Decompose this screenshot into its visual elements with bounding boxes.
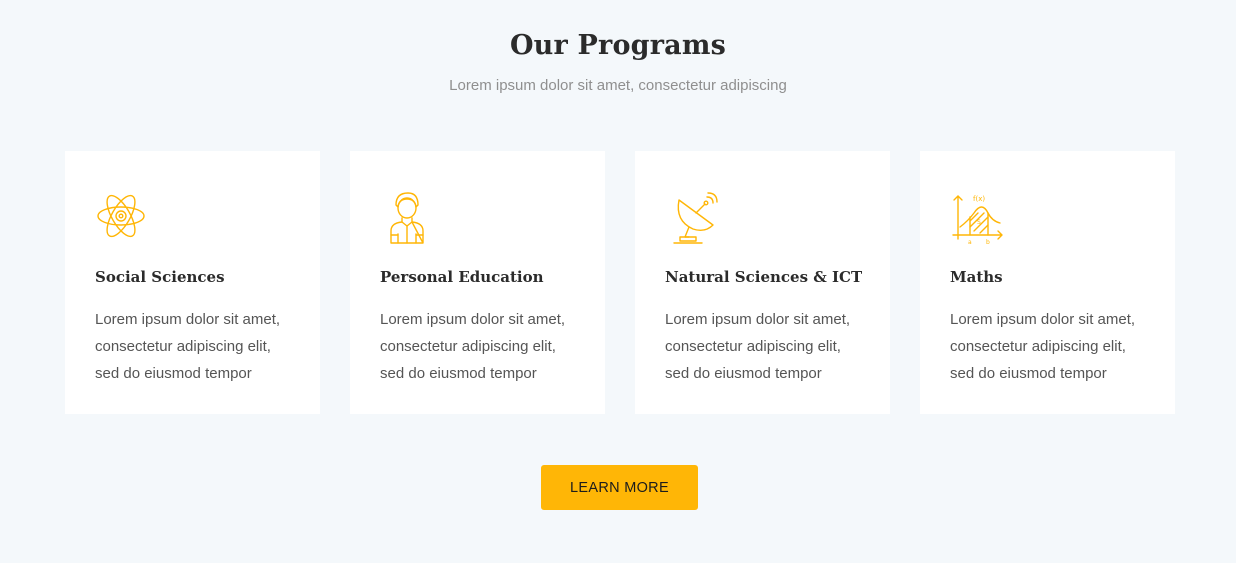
area-label: S <box>977 219 981 226</box>
card-text-line: sed do eiusmod tempor <box>665 365 822 382</box>
card-text-line: sed do eiusmod tempor <box>380 365 537 382</box>
card-text-line: sed do eiusmod tempor <box>950 365 1107 382</box>
card-description: Lorem ipsum dolor sit amet, consectetur … <box>950 306 1150 387</box>
card-title: Social Sciences <box>95 268 225 286</box>
card-text-line: consectetur adipiscing elit, <box>665 338 841 355</box>
a-label: a <box>968 239 972 246</box>
card-text-line: Lorem ipsum dolor sit amet, <box>380 311 566 328</box>
card-text-line: consectetur adipiscing elit, <box>95 338 271 355</box>
card-title: Personal Education <box>380 268 544 286</box>
program-card-personal-education[interactable]: Personal Education Lorem ipsum dolor sit… <box>350 151 605 414</box>
atom-icon <box>93 191 149 247</box>
card-text-line: Lorem ipsum dolor sit amet, <box>665 311 851 328</box>
card-description: Lorem ipsum dolor sit amet, consectetur … <box>665 306 865 387</box>
program-card-maths[interactable]: f(x) S a b Maths Lorem ipsum dolor sit a… <box>920 151 1175 414</box>
person-icon <box>378 191 434 247</box>
satellite-dish-icon <box>663 191 719 247</box>
card-text-line: consectetur adipiscing elit, <box>950 338 1126 355</box>
card-text-line: sed do eiusmod tempor <box>95 365 252 382</box>
card-title: Natural Sciences & ICT <box>665 268 863 286</box>
card-text-line: consectetur adipiscing elit, <box>380 338 556 355</box>
b-label: b <box>986 239 990 246</box>
learn-more-button[interactable]: LEARN MORE <box>541 465 698 510</box>
card-description: Lorem ipsum dolor sit amet, consectetur … <box>380 306 580 387</box>
card-text-line: Lorem ipsum dolor sit amet, <box>950 311 1136 328</box>
fx-label: f(x) <box>973 195 985 203</box>
section-title: Our Programs <box>509 30 727 61</box>
program-card-social-sciences[interactable]: Social Sciences Lorem ipsum dolor sit am… <box>65 151 320 414</box>
card-title: Maths <box>950 268 1003 286</box>
function-graph-icon: f(x) S a b <box>948 191 1004 247</box>
programs-section: Our Programs Lorem ipsum dolor sit amet,… <box>0 0 1236 563</box>
program-card-natural-sciences-ict[interactable]: Natural Sciences & ICT Lorem ipsum dolor… <box>635 151 890 414</box>
card-description: Lorem ipsum dolor sit amet, consectetur … <box>95 306 295 387</box>
section-subtitle: Lorem ipsum dolor sit amet, consectetur … <box>449 77 787 94</box>
card-text-line: Lorem ipsum dolor sit amet, <box>95 311 281 328</box>
program-cards: Social Sciences Lorem ipsum dolor sit am… <box>65 151 1175 414</box>
